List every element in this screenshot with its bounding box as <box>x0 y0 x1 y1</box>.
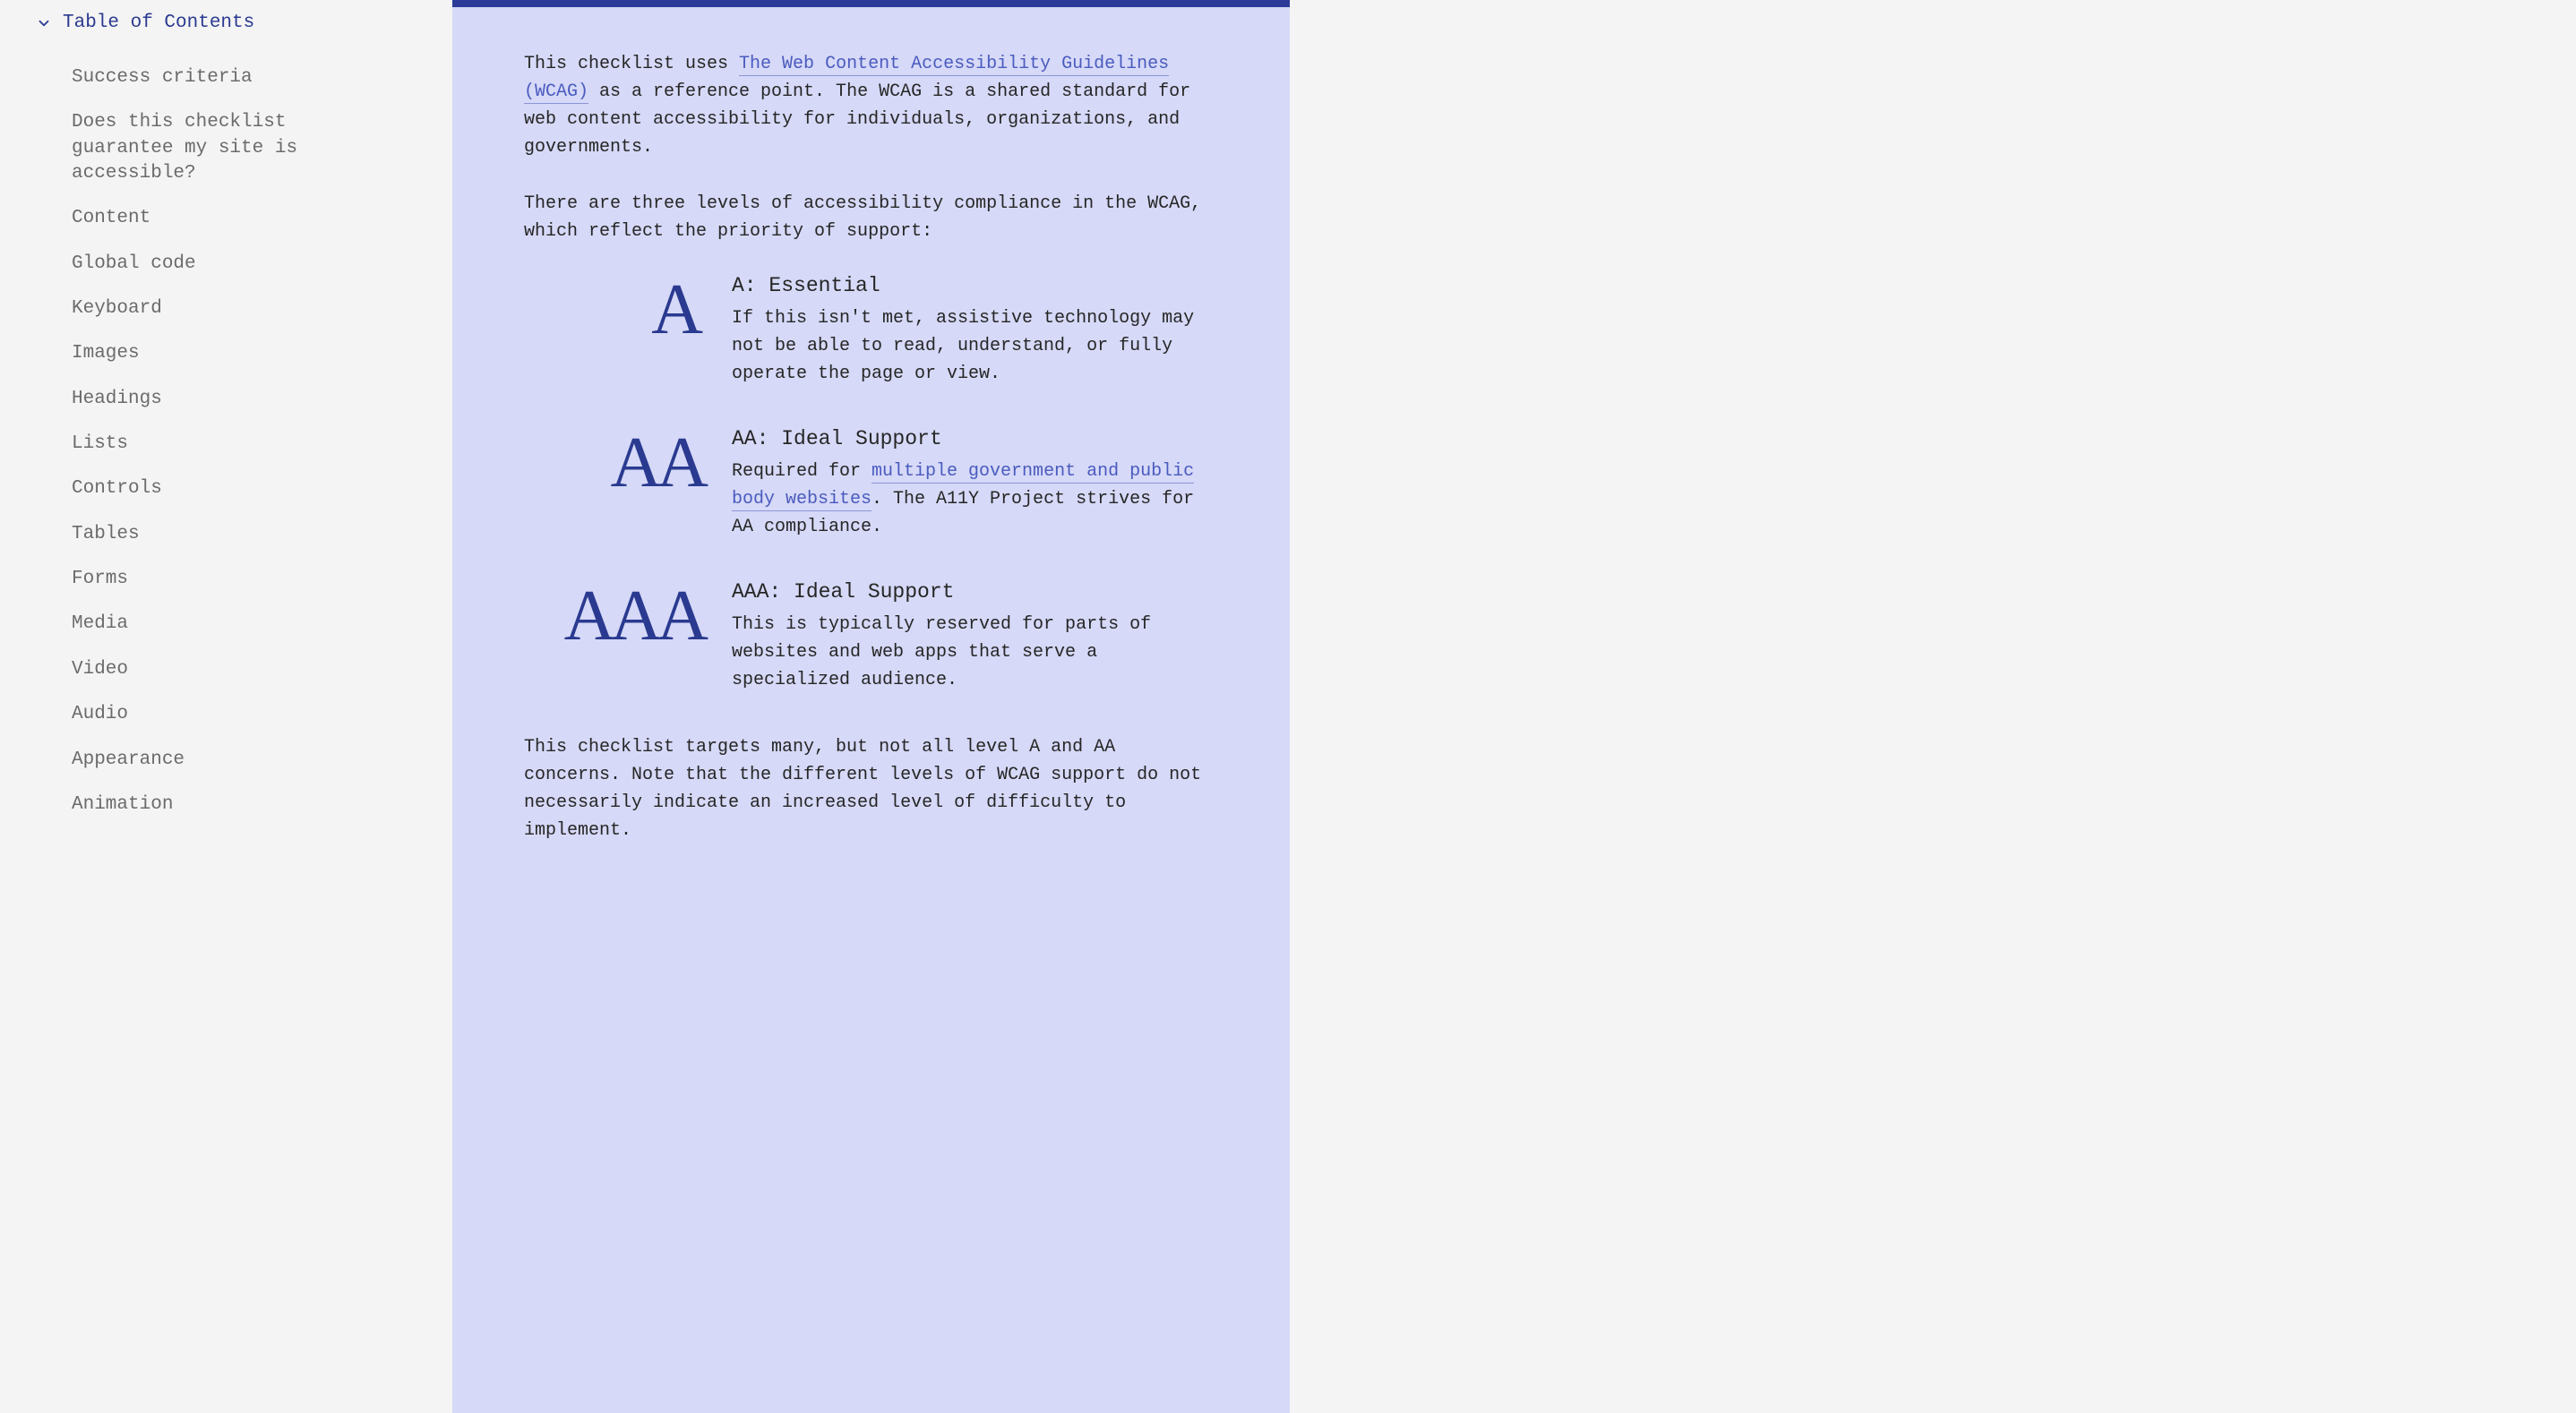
level-aaa-badge: AAA <box>524 580 703 648</box>
level-aaa-title: AAA: Ideal Support <box>732 580 1218 604</box>
level-aa-desc-lead: Required for <box>732 461 872 482</box>
toc-item[interactable]: Headings <box>72 387 385 412</box>
toc-item[interactable]: Tables <box>72 522 385 547</box>
toc-item[interactable]: Controls <box>72 476 385 501</box>
toc-item[interactable]: Global code <box>72 252 385 277</box>
level-aa-row: AA AA: Ideal Support Required for multip… <box>524 427 1218 541</box>
toc-item[interactable]: Animation <box>72 792 385 818</box>
toc-item[interactable]: Forms <box>72 567 385 592</box>
toc-sidebar: Table of Contents Success criteria Does t… <box>0 0 452 1413</box>
chevron-down-icon <box>36 15 52 31</box>
toc-item[interactable]: Lists <box>72 432 385 457</box>
panel-accent-bar <box>452 0 1290 7</box>
main-area: This checklist uses The Web Content Acce… <box>452 0 2576 1413</box>
toc-item[interactable]: Media <box>72 612 385 637</box>
toc-toggle[interactable]: Table of Contents <box>36 13 416 33</box>
toc-item[interactable]: Appearance <box>72 748 385 773</box>
intro-p1-lead: This checklist uses <box>524 54 739 74</box>
toc-item[interactable]: Images <box>72 341 385 366</box>
level-aa-desc: Required for multiple government and pub… <box>732 458 1218 541</box>
outro-paragraph: This checklist targets many, but not all… <box>524 733 1218 844</box>
right-gutter <box>1290 0 2576 1413</box>
level-a-desc: If this isn't met, assistive technology … <box>732 304 1218 388</box>
toc-item[interactable]: Success criteria <box>72 65 385 90</box>
intro-paragraph-2: There are three levels of accessibility … <box>524 190 1218 245</box>
level-aaa-desc: This is typically reserved for parts of … <box>732 611 1218 694</box>
level-aa-badge: AA <box>524 427 703 495</box>
level-aaa-row: AAA AAA: Ideal Support This is typically… <box>524 580 1218 694</box>
toc-item[interactable]: Audio <box>72 702 385 727</box>
content-panel: This checklist uses The Web Content Acce… <box>452 0 1290 1413</box>
toc-item[interactable]: Does this checklist guarantee my site is… <box>72 110 385 186</box>
intro-p1-tail: as a reference point. The WCAG is a shar… <box>524 81 1190 158</box>
toc-item[interactable]: Keyboard <box>72 296 385 321</box>
intro-paragraph-1: This checklist uses The Web Content Acce… <box>524 50 1218 161</box>
level-a-title: A: Essential <box>732 274 1218 297</box>
toc-title: Table of Contents <box>63 13 254 33</box>
toc-item[interactable]: Video <box>72 657 385 682</box>
level-aa-title: AA: Ideal Support <box>732 427 1218 450</box>
toc-list: Success criteria Does this checklist guar… <box>36 65 416 818</box>
level-a-badge: A <box>524 274 703 342</box>
level-a-row: A A: Essential If this isn't met, assist… <box>524 274 1218 388</box>
levels-list: A A: Essential If this isn't met, assist… <box>524 274 1218 694</box>
toc-item[interactable]: Content <box>72 206 385 231</box>
